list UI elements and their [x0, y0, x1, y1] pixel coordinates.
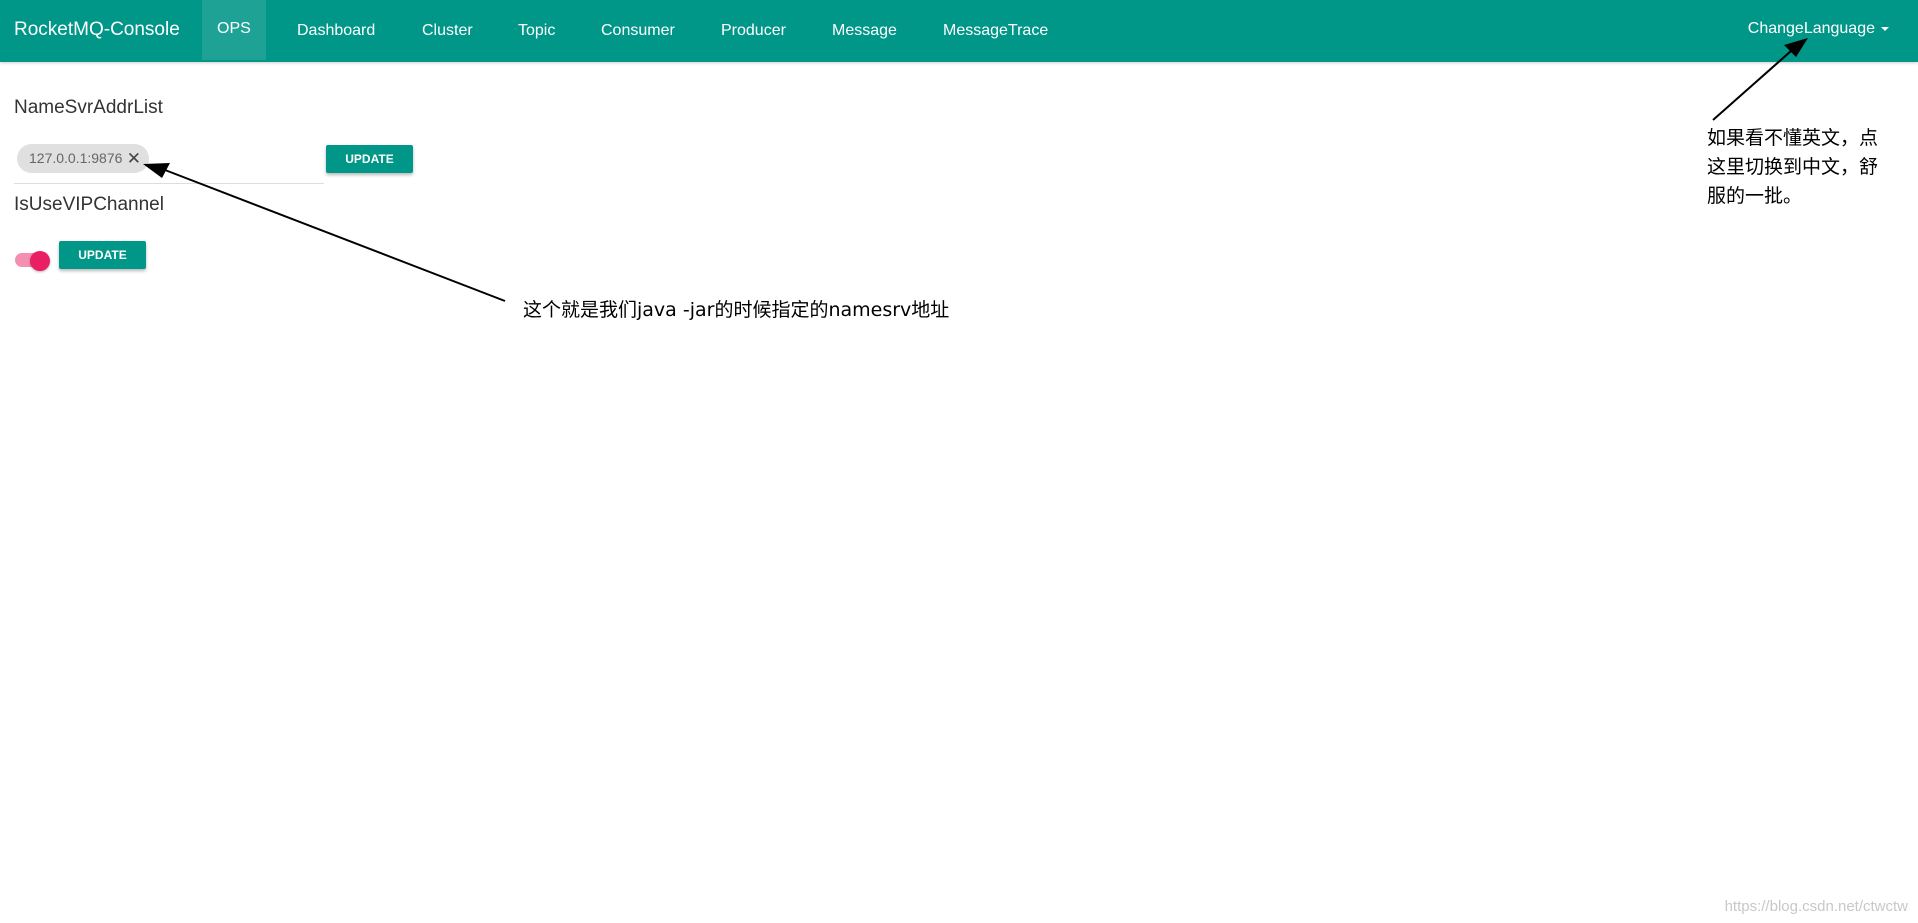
- language-annotation-line: 这里切换到中文，舒: [1707, 156, 1879, 178]
- namesrv-annotation: 这个就是我们java -jar的时候指定的namesrv地址: [523, 299, 950, 321]
- language-annotation: 如果看不懂英文，点 这里切换到中文，舒 服的一批。: [1707, 124, 1878, 211]
- annotation-arrows: [143, 38, 1808, 302]
- arrowhead-namesrv-icon: [143, 163, 170, 178]
- arrow-line-namesrv: [164, 169, 506, 302]
- watermark: https://blog.csdn.net/ctwctw: [1724, 898, 1908, 915]
- language-annotation-line: 如果看不懂英文，点: [1707, 127, 1879, 149]
- language-annotation-line: 服的一批。: [1707, 185, 1803, 207]
- arrow-line-language: [1712, 50, 1792, 121]
